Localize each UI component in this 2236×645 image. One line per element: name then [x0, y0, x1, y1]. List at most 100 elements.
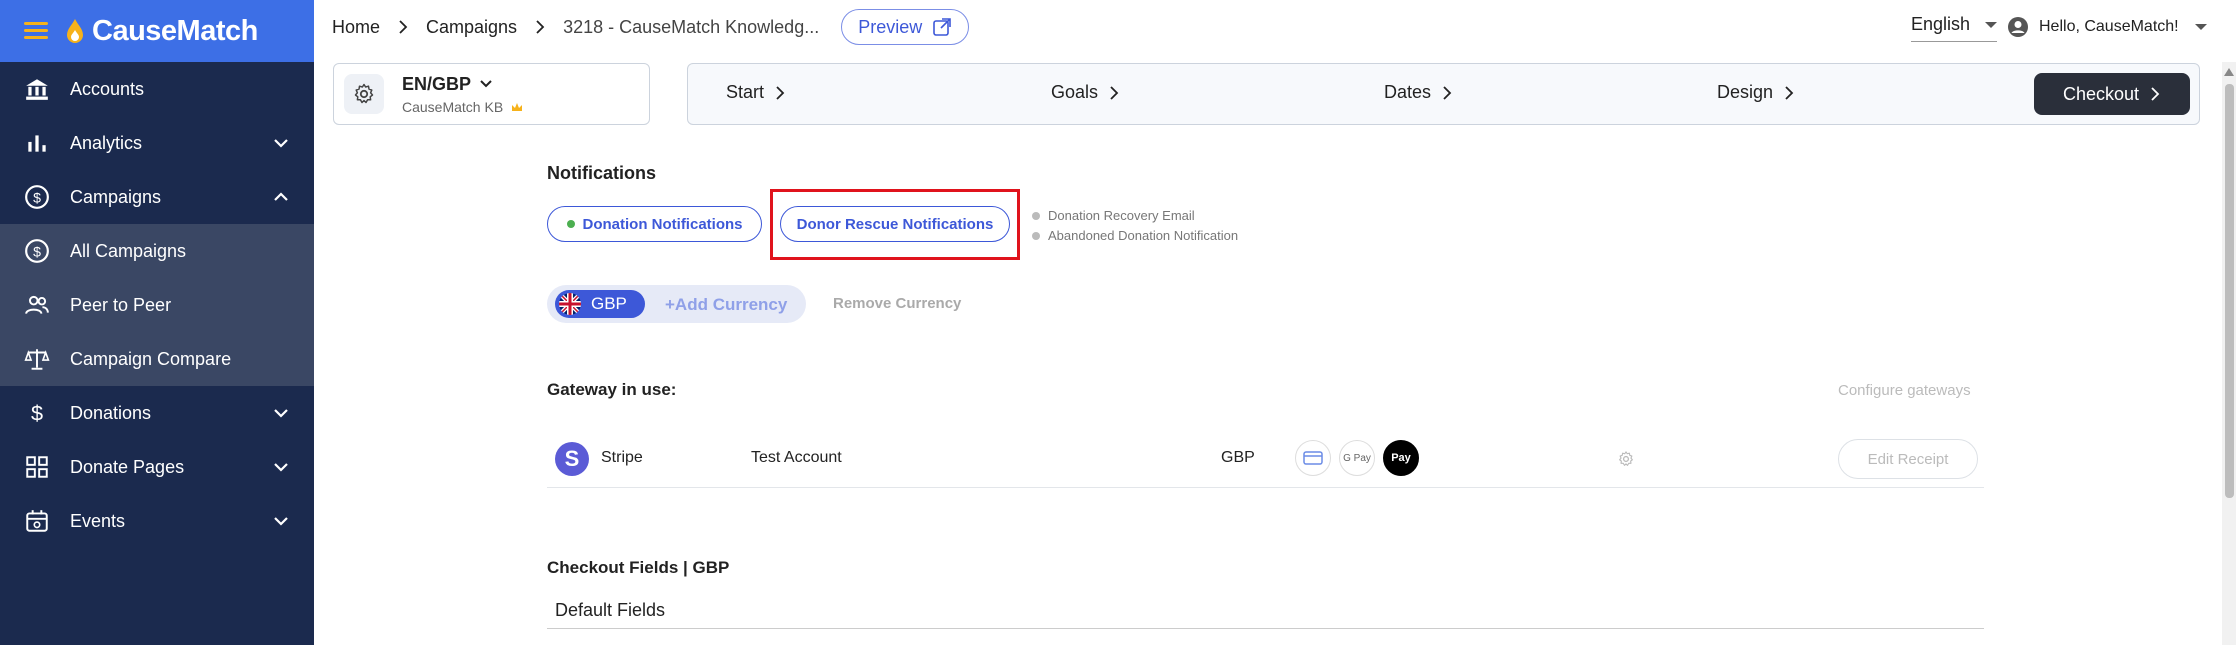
user-greeting: Hello, CauseMatch!: [2039, 18, 2179, 35]
crown-icon: [512, 102, 523, 111]
chevron-right-icon: [1443, 85, 1452, 100]
sidebar-item-label: Donations: [70, 402, 152, 423]
sidebar-item-label: Events: [70, 510, 126, 531]
donation-notifications-button[interactable]: Donation Notifications: [547, 206, 762, 242]
sidebar-item-accounts[interactable]: Accounts: [0, 62, 314, 116]
preview-label: Preview: [858, 16, 923, 37]
bank-icon: [24, 76, 50, 102]
hamburger-menu-icon[interactable]: [24, 22, 48, 40]
sidebar-item-label: Analytics: [70, 132, 143, 153]
apple-pay-icon: Pay: [1383, 440, 1419, 476]
step-start[interactable]: Start: [726, 82, 786, 103]
google-pay-icon: G Pay: [1339, 440, 1375, 476]
legend-label: Donation Recovery Email: [1048, 208, 1195, 223]
gateway-currency: GBP: [1221, 449, 1255, 466]
edit-receipt-button[interactable]: Edit Receipt: [1838, 439, 1978, 479]
notifications-title: Notifications: [547, 163, 657, 183]
sidebar: CauseMatch Accounts Analytics $ Campaign…: [0, 0, 314, 645]
breadcrumb-campaigns[interactable]: Campaigns: [426, 17, 517, 38]
sidebar-item-label: Donate Pages: [70, 456, 185, 477]
sidebar-item-donations[interactable]: $ Donations: [0, 386, 314, 440]
remove-currency-button[interactable]: Remove Currency: [833, 295, 961, 312]
step-label: Goals: [1051, 82, 1099, 102]
brand-header: CauseMatch: [0, 0, 314, 62]
gateway-name: Stripe: [601, 449, 643, 466]
configure-gateways-link[interactable]: Configure gateways: [1838, 382, 1971, 399]
button-label: Donation Notifications: [582, 215, 743, 233]
chevron-down-icon[interactable]: [272, 134, 290, 152]
sidebar-item-campaign-compare[interactable]: Campaign Compare: [0, 332, 314, 386]
svg-text:$: $: [33, 189, 41, 205]
chevron-right-icon: [776, 85, 785, 100]
step-label: Start: [726, 82, 765, 102]
dollar-icon: $: [24, 400, 50, 426]
donor-rescue-notifications-button[interactable]: Donor Rescue Notifications: [780, 206, 1010, 242]
currency-bar: GBP +Add Currency: [547, 285, 806, 323]
legend-dot: [1032, 211, 1040, 220]
sidebar-nav: Accounts Analytics $ Campaigns $ All Cam…: [0, 62, 314, 548]
sidebar-item-label: Accounts: [70, 78, 145, 99]
preview-button[interactable]: Preview: [841, 9, 970, 45]
gateway-title: Gateway in use:: [547, 380, 677, 399]
chevron-up-icon[interactable]: [272, 188, 290, 206]
breadcrumb-home[interactable]: Home: [332, 17, 380, 38]
sidebar-item-label: Peer to Peer: [70, 294, 172, 315]
chevron-right-icon: [1785, 85, 1794, 100]
svg-text:$: $: [33, 243, 41, 259]
sidebar-item-label: Campaign Compare: [70, 348, 232, 369]
google-pay-label: G Pay: [1343, 452, 1371, 464]
sidebar-item-all-campaigns[interactable]: $ All Campaigns: [0, 224, 314, 278]
language-value: English: [1911, 14, 1971, 34]
step-label: Dates: [1384, 82, 1432, 102]
grid-icon: [24, 454, 50, 480]
chevron-right-icon: [536, 20, 545, 34]
chevron-down-icon[interactable]: [272, 512, 290, 530]
currency-chip-gbp[interactable]: GBP: [555, 290, 645, 318]
locale-campaign: CauseMatch KB: [402, 99, 523, 115]
dollar-circle-icon: $: [24, 184, 50, 210]
language-select[interactable]: English: [1911, 14, 1997, 42]
chevron-right-icon: [1110, 85, 1119, 100]
brand-name: CauseMatch: [92, 14, 258, 47]
legend-label: Abandoned Donation Notification: [1048, 228, 1239, 243]
sidebar-item-analytics[interactable]: Analytics: [0, 116, 314, 170]
sidebar-item-campaigns[interactable]: $ Campaigns: [0, 170, 314, 224]
sidebar-item-donate-pages[interactable]: Donate Pages: [0, 440, 314, 494]
step-dates[interactable]: Dates: [1384, 82, 1453, 103]
step-checkout[interactable]: Checkout: [2034, 73, 2190, 115]
caret-down-icon: [2194, 24, 2207, 30]
locale-code-value: EN/GBP: [402, 73, 472, 94]
user-menu[interactable]: Hello, CauseMatch!: [2007, 16, 2207, 38]
stripe-logo-icon: S: [555, 442, 589, 476]
scrollbar-thumb[interactable]: [2225, 84, 2234, 498]
dollar-circle-icon: $: [24, 238, 50, 264]
svg-text:$: $: [31, 401, 43, 426]
sidebar-item-peer-to-peer[interactable]: Peer to Peer: [0, 278, 314, 332]
step-label: Design: [1717, 82, 1774, 102]
settings-button[interactable]: [344, 74, 384, 114]
button-label: Donor Rescue Notifications: [796, 215, 994, 233]
locale-selector[interactable]: EN/GBP CauseMatch KB: [333, 63, 650, 125]
locale-code: EN/GBP: [402, 74, 523, 95]
sidebar-item-label: Campaigns: [70, 186, 162, 207]
sidebar-item-events[interactable]: Events: [0, 494, 314, 548]
uk-flag-icon: [559, 293, 581, 315]
chevron-down-icon[interactable]: [272, 404, 290, 422]
scroll-up-arrow-icon[interactable]: [2224, 68, 2234, 76]
step-label: Checkout: [2062, 83, 2140, 104]
calendar-icon: [24, 508, 50, 534]
sidebar-item-label: All Campaigns: [70, 240, 187, 261]
external-link-icon: [933, 18, 952, 36]
locale-text: EN/GBP CauseMatch KB: [402, 74, 523, 115]
page-scrollbar[interactable]: [2222, 62, 2236, 645]
legend-item: Abandoned Donation Notification: [1032, 228, 1238, 243]
step-design[interactable]: Design: [1717, 82, 1795, 103]
default-fields-row[interactable]: Default Fields: [547, 593, 1984, 629]
chevron-down-icon[interactable]: [272, 458, 290, 476]
gear-icon[interactable]: [1617, 450, 1635, 468]
add-currency-button[interactable]: +Add Currency: [665, 295, 787, 315]
step-goals[interactable]: Goals: [1051, 82, 1120, 103]
checkout-fields-title: Checkout Fields | GBP: [547, 558, 730, 577]
gateway-row: S Stripe Test Account GBP G Pay Pay Edit…: [547, 432, 1984, 488]
apple-pay-label: Pay: [1391, 452, 1411, 464]
